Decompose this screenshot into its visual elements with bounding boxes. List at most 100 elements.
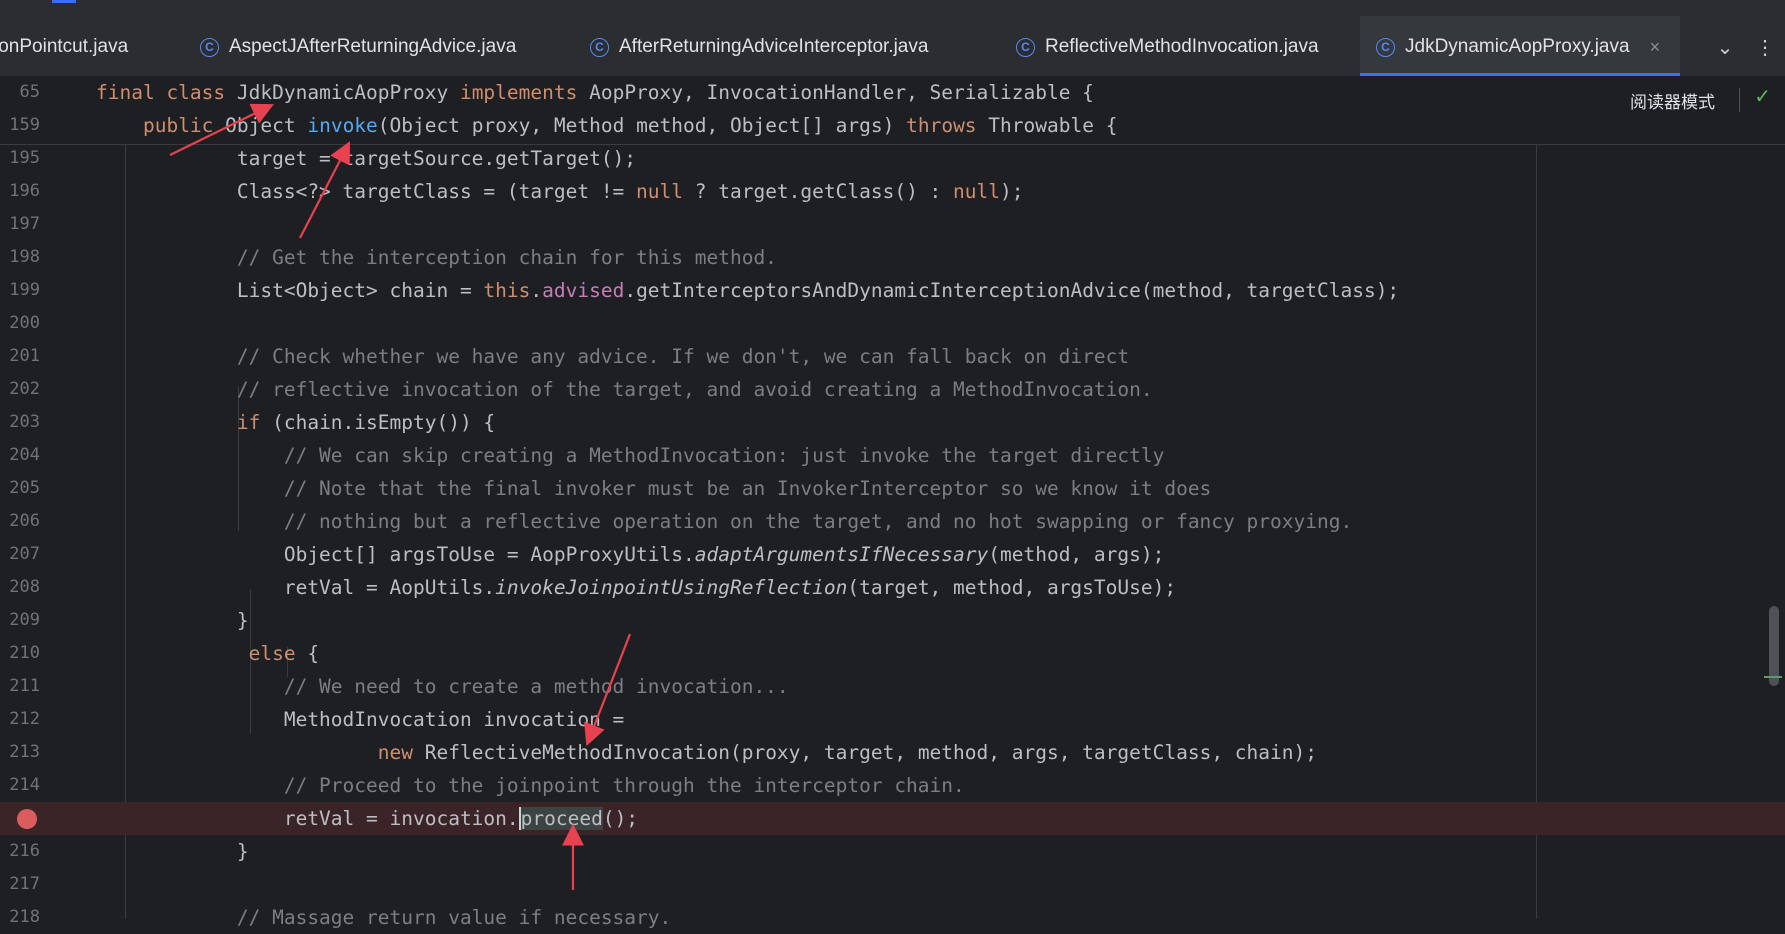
code-token: List<Object> chain = [96,279,484,302]
tab-label: AspectJAfterReturningAdvice.java [229,36,517,57]
code-line[interactable]: 213 new ReflectiveMethodInvocation(proxy… [0,736,1785,769]
sticky-lines-divider [0,144,1785,145]
line-number[interactable]: 159 [0,109,40,142]
code-token: (Object proxy, Method method, Object[] a… [377,114,907,137]
line-number[interactable]: 214 [0,769,40,802]
line-number[interactable]: 198 [0,241,40,274]
code-line[interactable]: 208 retVal = AopUtils.invokeJoinpointUsi… [0,571,1785,604]
editor-tab[interactable]: C ReflectiveMethodInvocation.java [1000,16,1360,78]
code-token: Class<?> targetClass = (target != [96,180,637,203]
line-number[interactable]: 199 [0,274,40,307]
code-text: new ReflectiveMethodInvocation(proxy, ta… [96,736,1317,769]
editor-tab[interactable]: ionPointcut.java [0,16,184,78]
code-line[interactable]: 210 else { [0,637,1785,670]
sticky-code-line[interactable]: 159 public Object invoke(Object proxy, M… [0,109,1785,142]
line-number[interactable]: 213 [0,736,40,769]
line-number[interactable]: 200 [0,307,40,340]
more-options-icon[interactable]: ⋮ [1745,35,1785,60]
line-number[interactable]: 195 [0,142,40,175]
code-line[interactable]: 195 target = targetSource.getTarget(); [0,142,1785,175]
code-token: (chain.isEmpty()) { [272,411,496,434]
line-number[interactable]: 205 [0,472,40,505]
code-text: retVal = invocation. proceed(); [96,802,638,835]
code-token: Throwable { [988,114,1118,137]
code-line[interactable]: 216 } [0,835,1785,868]
code-line[interactable]: 198 // Get the interception chain for th… [0,241,1785,274]
breakpoint-icon[interactable] [17,809,37,829]
code-line[interactable]: 200 [0,307,1785,340]
line-number[interactable]: 208 [0,571,40,604]
code-editor[interactable]: 65 final class JdkDynamicAopProxy impleme… [0,76,1785,929]
code-token: retVal = invocation. [96,807,519,830]
line-number[interactable]: 210 [0,637,40,670]
code-token: advised [542,279,625,302]
code-token: AopProxy, InvocationHandler, Serializabl… [589,81,1094,104]
java-class-icon: C [200,37,219,57]
code-text: MethodInvocation invocation = [96,703,624,736]
reader-mode-divider [1739,88,1740,112]
line-number[interactable]: 197 [0,208,40,241]
line-number[interactable]: 207 [0,538,40,571]
code-line[interactable]: 202 // reflective invocation of the targ… [0,373,1785,406]
code-text: if (chain.isEmpty()) { [96,406,495,439]
code-line[interactable]: 211 // We need to create a method invoca… [0,670,1785,703]
code-line[interactable]: 203 if (chain.isEmpty()) { [0,406,1785,439]
code-line[interactable]: 199 List<Object> chain = this.advised.ge… [0,274,1785,307]
java-class-icon: C [1376,37,1395,57]
close-tab-icon[interactable]: × [1650,37,1661,58]
sticky-code-line[interactable]: 65 final class JdkDynamicAopProxy impleme… [0,76,1785,109]
line-number[interactable]: 216 [0,835,40,868]
code-line[interactable]: 214 // Proceed to the joinpoint through … [0,769,1785,802]
code-line[interactable]: 204 // We can skip creating a MethodInvo… [0,439,1785,472]
line-number[interactable]: 196 [0,175,40,208]
code-line[interactable]: 196 Class<?> targetClass = (target != nu… [0,175,1785,208]
line-number[interactable]: 212 [0,703,40,736]
code-token: ? target.getClass() : [683,180,954,203]
line-number[interactable]: 202 [0,373,40,406]
code-token: (method, args); [988,543,1165,566]
line-number[interactable]: 201 [0,340,40,373]
line-number[interactable]: 217 [0,868,40,901]
line-number[interactable]: 203 [0,406,40,439]
line-number[interactable]: 211 [0,670,40,703]
code-token: if [96,411,273,434]
code-token: } [96,840,249,863]
code-token: { [307,642,320,665]
code-text: final class JdkDynamicAopProxy implement… [96,76,1094,109]
code-line[interactable]: 205 // Note that the final invoker must … [0,472,1785,505]
editor-tab[interactable]: C JdkDynamicAopProxy.java × [1360,16,1680,78]
reader-mode-toggle[interactable]: 阅读器模式 [1630,88,1715,113]
code-text: // Proceed to the joinpoint through the … [96,769,965,802]
line-number[interactable]: 206 [0,505,40,538]
code-line[interactable]: 217 [0,868,1785,901]
vertical-scrollbar-thumb[interactable] [1769,606,1779,686]
code-text: List<Object> chain = this.advised.getInt… [96,274,1399,307]
code-text: // Note that the final invoker must be a… [96,472,1211,505]
line-number[interactable]: 204 [0,439,40,472]
editor-tab[interactable]: C AspectJAfterReturningAdvice.java [184,16,574,78]
code-token: // We can skip creating a MethodInvocati… [96,444,1165,467]
code-line[interactable]: 201 // Check whether we have any advice.… [0,340,1785,373]
line-number[interactable]: 209 [0,604,40,637]
editor-tab-bar: ionPointcut.java C AspectJAfterReturningAd… [0,16,1785,78]
code-token: . [530,279,543,302]
code-line[interactable]: 218 // Massage return value if necessary… [0,901,1785,934]
code-line[interactable]: 207 Object[] argsToUse = AopProxyUtils.a… [0,538,1785,571]
code-line[interactable]: 212 MethodInvocation invocation = [0,703,1785,736]
breakpoint-code-line[interactable]: 215 retVal = invocation.proceed(); [0,802,1785,835]
line-number[interactable]: 218 [0,901,40,934]
code-line[interactable]: 197 [0,208,1785,241]
code-token: retVal = AopUtils. [96,576,496,599]
chevron-down-icon[interactable]: ⌄ [1705,35,1745,60]
code-token: null [636,180,684,203]
tab-tools: ⌄ ⋮ [1705,16,1785,78]
code-token: // Massage return value if necessary. [96,906,672,929]
code-line[interactable]: 206 // nothing but a reflective operatio… [0,505,1785,538]
code-token: adaptArgumentsIfNecessary [694,543,989,566]
line-number[interactable]: 65 [0,76,40,109]
inspection-ok-icon[interactable]: ✓ [1754,84,1771,109]
editor-tab[interactable]: C AfterReturningAdviceInterceptor.java [574,16,1000,78]
code-token: ReflectiveMethodInvocation(proxy, target… [424,741,1317,764]
code-line[interactable]: 209 } [0,604,1785,637]
